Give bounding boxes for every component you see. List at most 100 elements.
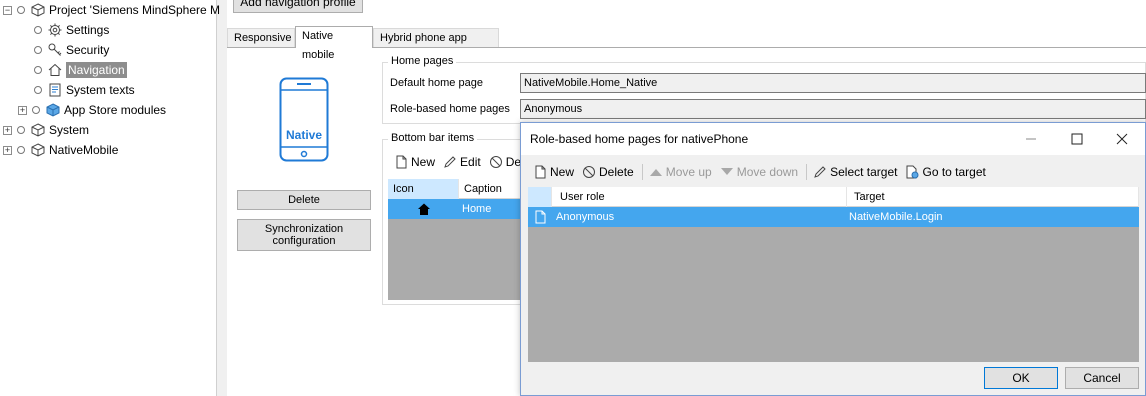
text-document-icon	[49, 83, 61, 97]
gear-icon	[48, 23, 62, 37]
tree-item-label: System	[49, 123, 90, 137]
tree-item-label: Project 'Siemens MindSphere M	[49, 3, 221, 17]
add-navigation-profile-button[interactable]: Add navigation profile	[233, 0, 363, 13]
expand-icon[interactable]: +	[3, 125, 12, 135]
new-label: New	[550, 165, 575, 179]
document-icon	[535, 210, 546, 224]
home-pages-group-label: Home pages	[388, 55, 457, 67]
go-to-target-label: Go to target	[922, 165, 986, 179]
status-dot-icon	[17, 6, 25, 14]
tree-item-system[interactable]: + System	[3, 120, 89, 140]
column-header-target[interactable]: Target	[847, 187, 1139, 207]
delete-circle-icon	[489, 156, 502, 168]
device-label: Native	[285, 128, 323, 142]
new-role-button[interactable]: New	[533, 165, 574, 179]
table-row[interactable]: Anonymous NativeMobile.Login	[528, 207, 1139, 227]
role-grid-header: User role Target	[528, 187, 1139, 207]
collapse-icon[interactable]: −	[3, 5, 12, 15]
status-dot-icon	[32, 106, 40, 114]
role-grid: User role Target Anonymous NativeMobile.…	[528, 187, 1139, 362]
expand-icon[interactable]: +	[3, 145, 12, 155]
phone-device-icon	[279, 77, 329, 162]
tree-item-label: App Store modules	[64, 103, 167, 117]
select-target-label: Select target	[830, 165, 898, 179]
new-document-icon	[535, 165, 546, 179]
status-dot-icon	[17, 146, 25, 154]
module-box-icon	[31, 143, 45, 157]
key-icon	[48, 43, 62, 56]
tree-item-nativemobile[interactable]: + NativeMobile	[3, 140, 118, 160]
role-based-home-pages-field[interactable]: Anonymous	[520, 99, 1146, 119]
cancel-button[interactable]: Cancel	[1065, 367, 1139, 389]
new-label: New	[411, 155, 436, 169]
move-down-label: Move down	[736, 165, 799, 179]
tab-hybrid-phone-app-online[interactable]: Hybrid phone app online	[373, 28, 499, 63]
minimize-icon[interactable]	[1025, 133, 1037, 145]
row-caption: Home	[462, 203, 492, 215]
tree-item-label: Settings	[66, 23, 110, 37]
toolbar-separator	[806, 164, 808, 180]
tab-native-mobile[interactable]: Native mobile	[295, 26, 373, 61]
bottom-bar-grid-header: Icon Caption	[388, 179, 522, 199]
tree-item-security[interactable]: Security	[34, 40, 109, 60]
dialog-title: Role-based home pages for nativePhone	[530, 132, 749, 146]
status-dot-icon	[34, 86, 42, 94]
status-dot-icon	[34, 26, 42, 34]
status-dot-icon	[34, 46, 42, 54]
new-item-button[interactable]: New	[394, 155, 435, 169]
role-based-home-pages-dialog: Role-based home pages for nativePhone Ne…	[520, 122, 1146, 396]
role-based-home-pages-label: Role-based home pages	[390, 103, 510, 115]
table-row[interactable]: Home	[388, 199, 522, 219]
delete-label: De	[505, 155, 522, 169]
tree-item-system-texts[interactable]: System texts	[34, 80, 135, 100]
ok-button[interactable]: OK	[984, 367, 1058, 389]
toolbar-separator	[641, 164, 643, 180]
status-dot-icon	[17, 126, 25, 134]
edit-label: Edit	[460, 155, 481, 169]
delete-circle-icon	[583, 166, 596, 178]
home-icon	[418, 203, 430, 215]
project-explorer: − Project 'Siemens MindSphere M Settings…	[0, 0, 220, 396]
move-up-button[interactable]: Move up	[649, 165, 712, 179]
tree-item-navigation[interactable]: Navigation	[34, 60, 127, 80]
maximize-icon[interactable]	[1071, 133, 1083, 145]
default-home-page-label: Default home page	[390, 77, 483, 89]
tree-item-settings[interactable]: Settings	[34, 20, 109, 40]
move-up-label: Move up	[665, 165, 712, 179]
module-box-icon	[31, 3, 45, 17]
move-down-button[interactable]: Move down	[720, 165, 798, 179]
go-to-target-button[interactable]: Go to target	[905, 165, 986, 179]
tree-item-project[interactable]: − Project 'Siemens MindSphere M	[3, 0, 220, 20]
home-icon	[48, 63, 62, 76]
dialog-toolbar: New Delete Move up Move down Select targ…	[533, 164, 994, 180]
pencil-icon	[814, 166, 826, 178]
select-target-button[interactable]: Select target	[813, 165, 897, 179]
new-document-icon	[396, 155, 407, 169]
synchronization-configuration-button[interactable]: Synchronization configuration	[237, 219, 371, 251]
dialog-title-bar: Role-based home pages for nativePhone	[521, 123, 1145, 155]
column-header-user-role[interactable]: User role	[552, 187, 847, 207]
bottom-bar-grid: Icon Caption Home	[388, 179, 522, 300]
delete-profile-button[interactable]: Delete	[237, 190, 371, 210]
tree-item-label: NativeMobile	[49, 143, 119, 157]
module-box-icon	[46, 103, 60, 117]
delete-role-button[interactable]: Delete	[582, 165, 634, 179]
tab-responsive[interactable]: Responsive	[227, 28, 295, 48]
default-home-page-field[interactable]: NativeMobile.Home_Native	[520, 73, 1146, 93]
module-box-icon	[31, 123, 45, 137]
close-icon[interactable]	[1116, 133, 1128, 145]
column-header-caption[interactable]: Caption	[459, 179, 522, 199]
column-header-icon[interactable]: Icon	[388, 179, 459, 199]
edit-item-button[interactable]: Edit	[443, 155, 481, 169]
cell-target: NativeMobile.Login	[849, 211, 943, 223]
row-header-corner	[528, 187, 552, 207]
triangle-down-icon	[720, 168, 733, 175]
tree-item-label: System texts	[66, 83, 135, 97]
tree-item-app-store-modules[interactable]: + App Store modules	[18, 100, 166, 120]
delete-item-button[interactable]: De	[489, 155, 521, 169]
expand-icon[interactable]: +	[18, 105, 27, 115]
status-dot-icon	[34, 66, 42, 74]
triangle-up-icon	[649, 169, 662, 176]
bottom-bar-toolbar: New Edit De	[394, 155, 529, 169]
tree-item-label: Security	[66, 43, 110, 57]
